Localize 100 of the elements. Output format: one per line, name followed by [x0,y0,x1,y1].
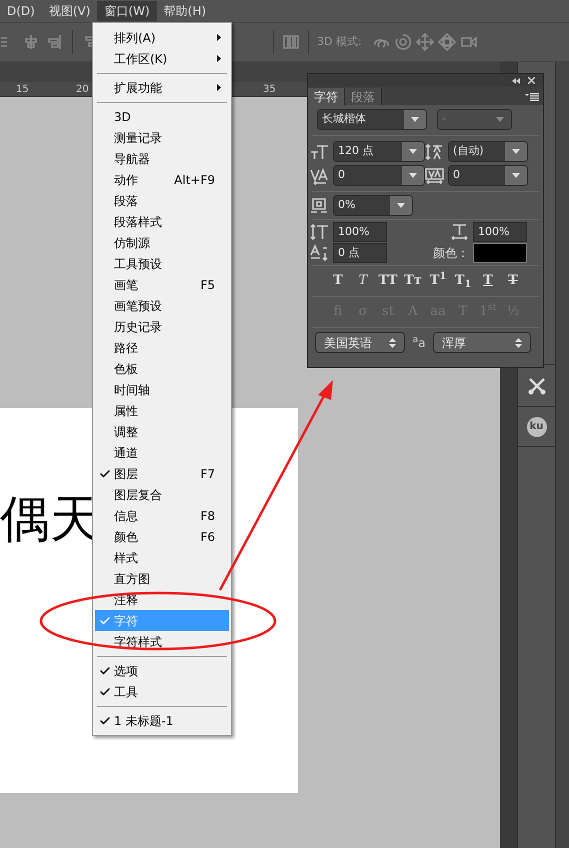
dropdown-arrow-icon [496,117,504,122]
menu-item[interactable]: 测量记录 [95,127,229,148]
up-down-arrows-icon [389,338,396,348]
menu-item-label: 历史记录 [114,318,162,336]
menu-item-label: 直方图 [114,570,150,588]
menu-item-label: 路径 [114,340,138,356]
tracking-icon [425,166,444,184]
menu-item[interactable]: 路径 [95,337,229,358]
font-family-dropdown[interactable]: 长城楷体 [317,109,427,130]
text-style-button[interactable]: T [478,271,498,291]
text-style-button[interactable]: Tᴛ [402,271,424,291]
collapse-icon[interactable] [512,78,520,84]
menu-item[interactable]: 直方图 [95,568,229,589]
baseline-shift-field[interactable]: 0 点 [333,243,387,263]
menu-item[interactable]: 调整 [95,421,229,442]
text-style-button[interactable]: TT [378,271,398,291]
horizontal-scale-field[interactable]: 100% [473,222,527,242]
menu-item[interactable]: 工作区(K) [95,48,229,69]
menu-item[interactable]: 时间轴 [95,379,229,400]
menu-item[interactable]: 扩展功能 [95,77,229,98]
menu-item-label: 工作区(K) [114,50,168,68]
font-size-dropdown[interactable]: 120 点 [333,141,425,162]
move-icon[interactable] [416,33,434,51]
vertical-scale-field[interactable]: 100% [333,222,387,242]
menu-item[interactable]: 色板 [95,358,229,379]
kerning-dropdown[interactable]: 0 [333,165,425,186]
shortcut-label: F6 [200,528,215,546]
menu-item[interactable]: 动作 Alt+F9 [95,169,229,190]
menu-item[interactable]: 工具预设 [95,253,229,274]
text-style-button[interactable]: T$_{1}$ [452,271,474,291]
roll-icon[interactable] [394,33,412,51]
menu-item[interactable]: 排列(A) [95,27,229,48]
plugin-badge[interactable]: ku [526,416,546,436]
text-style-button[interactable]: T [352,271,374,291]
leading-icon [425,142,444,160]
menu-item[interactable]: 图层复合 [95,484,229,505]
shortcut-label: F5 [200,276,215,294]
dropdown-arrow-icon [409,149,417,154]
menu-item-label: 图层复合 [114,486,162,504]
text-style-button[interactable]: T [328,271,348,291]
menu-item[interactable]: 历史记录 [95,316,229,337]
align-icon[interactable] [22,33,40,51]
menu-item[interactable]: 仿制源 [95,232,229,253]
menu-item[interactable]: 段落 [95,190,229,211]
dropdown-arrow-icon [512,173,520,178]
color-swatch[interactable] [473,243,527,263]
leading-dropdown[interactable]: (自动) [448,141,528,162]
menu-item-label: 动作 [114,172,138,188]
menu-bar-item[interactable]: 视图(V) [42,1,98,21]
baseline-shift-icon [310,244,329,262]
panel-tab[interactable]: 字符 [308,88,345,105]
field-value: 0 [334,166,402,185]
menu-item-label: 字符 [114,612,138,630]
text-style-button[interactable]: T [502,271,524,291]
text-style-button[interactable]: T$^{1}$ [428,271,448,291]
menu-item[interactable]: 颜色 F6 [95,526,229,547]
menu-item-label: 属性 [114,402,138,420]
menu-item[interactable]: 3D [95,106,229,127]
menu-item[interactable]: 属性 [95,400,229,421]
menu-item-label: 通道 [114,444,138,462]
panel-menu-icon[interactable] [525,93,539,101]
menu-item-label: 测量记录 [114,130,162,146]
field-value: 120 点 [334,142,402,161]
tsume-icon [310,196,329,214]
menu-item[interactable]: 导航器 [95,148,229,169]
menu-item[interactable]: 通道 [95,442,229,463]
language-dropdown[interactable]: 美国英语 [315,332,405,353]
menu-bar-item[interactable]: D(D) [0,1,42,21]
menu-item-label: 时间轴 [114,382,150,398]
menu-item-label: 画笔 [114,276,138,294]
dropdown-arrow-icon [512,149,520,154]
distribute-icon[interactable] [282,33,300,51]
menu-bar-item[interactable]: 帮助(H) [156,1,214,21]
menu-item-label: 扩展功能 [114,80,162,96]
ruler-label: 15 [16,83,29,97]
antialias-label: $^{a}$a [412,334,426,352]
tracking-dropdown[interactable]: 0 [448,165,528,186]
close-icon[interactable] [528,77,535,84]
menu-item-label: 仿制源 [114,234,150,252]
tsume-dropdown[interactable]: 0% [333,195,413,216]
menu-item[interactable]: 选项 [95,660,229,681]
menu-item-label: 颜色 [114,528,138,546]
menu-item[interactable]: 图层 F7 [95,463,229,484]
menu-item[interactable]: 样式 [95,547,229,568]
menu-item-label: 段落 [114,192,138,210]
slide-icon[interactable] [438,33,456,51]
field-value: 0% [334,196,390,215]
menu-item[interactable]: 段落样式 [95,211,229,232]
menu-item[interactable]: 信息 F8 [95,505,229,526]
menu-item-label: 排列(A) [114,30,156,46]
menu-item-label: 色板 [114,360,138,378]
menu-item[interactable]: 1 未标题-1 [95,710,229,731]
menu-item[interactable]: 画笔预设 [95,295,229,316]
scissors-icon[interactable] [526,376,546,396]
vertical-scale-icon [310,223,329,241]
antialias-dropdown[interactable]: 浑厚 [433,332,531,353]
menu-item[interactable]: 工具 [95,681,229,702]
dropdown-arrow-icon [397,203,405,208]
menu-bar-item[interactable]: 窗口(W) [97,1,157,21]
menu-item[interactable]: 画笔 F5 [95,274,229,295]
